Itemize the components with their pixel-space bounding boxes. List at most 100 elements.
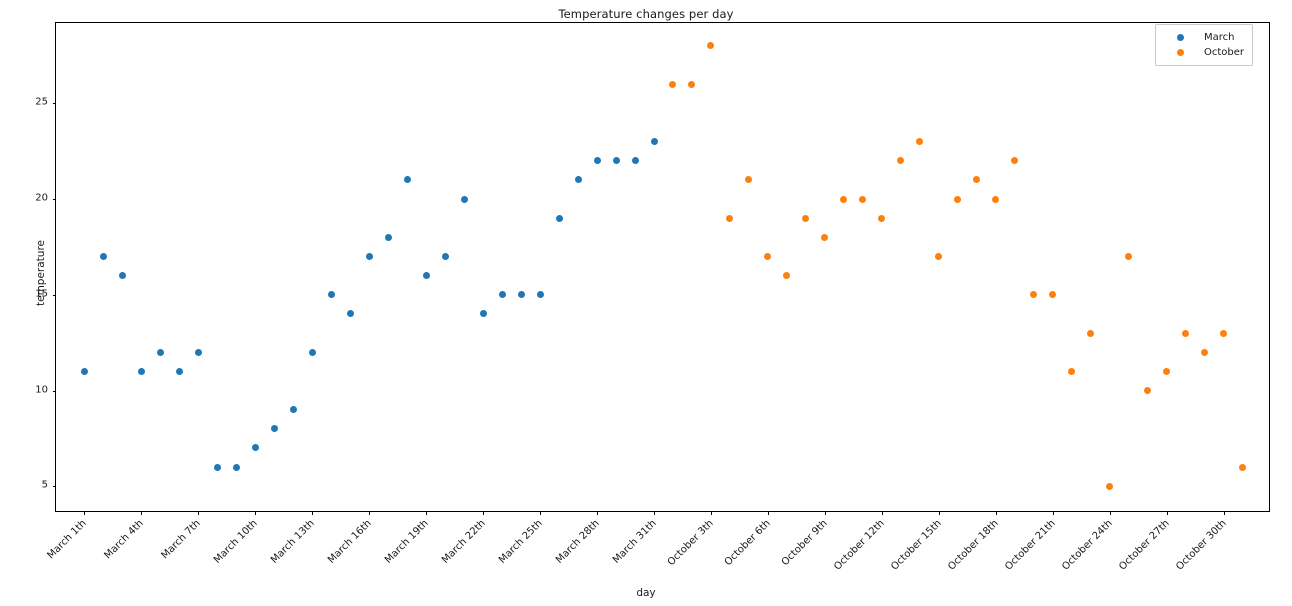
- data-point-october: [1106, 482, 1114, 490]
- data-point-october: [745, 176, 753, 184]
- x-tick-mark: [597, 511, 599, 515]
- x-tick-label: March 19th: [383, 518, 431, 566]
- data-point-march: [251, 444, 259, 452]
- legend-label: October: [1204, 47, 1245, 58]
- data-point-march: [612, 157, 620, 165]
- x-tick-label: October 24th: [1059, 518, 1115, 573]
- x-tick-mark: [369, 511, 371, 515]
- y-tick-label: 15: [35, 288, 48, 300]
- x-tick-mark: [540, 511, 542, 515]
- x-tick-mark: [1166, 511, 1168, 515]
- data-point-march: [517, 291, 525, 299]
- x-tick-label: October 18th: [945, 518, 1001, 573]
- data-point-october: [1163, 367, 1171, 375]
- data-point-march: [289, 406, 297, 414]
- data-point-october: [1144, 387, 1152, 394]
- data-point-october: [878, 214, 886, 222]
- data-point-march: [441, 253, 449, 261]
- data-point-march: [308, 348, 316, 356]
- x-tick-label: March 31th: [610, 518, 659, 566]
- data-point-october: [1182, 329, 1190, 337]
- x-tick-mark: [255, 511, 257, 515]
- data-point-october: [1220, 329, 1228, 337]
- data-point-march: [118, 272, 126, 280]
- x-tick-mark: [1109, 511, 1111, 515]
- data-point-march: [156, 348, 164, 356]
- x-tick-label: March 1th: [45, 518, 90, 562]
- data-point-october: [935, 253, 943, 261]
- data-point-october: [669, 80, 677, 88]
- x-tick-label: March 16th: [326, 518, 375, 566]
- legend-item-march: March: [1163, 30, 1244, 45]
- legend-item-october: October: [1163, 45, 1244, 60]
- data-point-october: [897, 157, 905, 165]
- data-point-march: [175, 367, 183, 375]
- x-tick-label: October 15th: [888, 518, 944, 573]
- chart-legend: March October: [1155, 24, 1254, 66]
- x-tick-label: October 3th: [665, 518, 716, 569]
- data-point-march: [213, 463, 221, 471]
- x-tick-mark: [1052, 511, 1054, 515]
- x-tick-label: March 28th: [553, 518, 602, 566]
- data-point-march: [574, 176, 582, 184]
- x-axis-label: day: [636, 587, 656, 599]
- y-tick-mark: [52, 390, 56, 392]
- data-point-march: [99, 253, 107, 261]
- data-point-october: [1049, 291, 1057, 299]
- x-tick-label: October 12th: [832, 518, 887, 573]
- y-tick-mark: [52, 103, 56, 105]
- data-point-october: [954, 195, 962, 203]
- x-tick-mark: [198, 511, 200, 515]
- x-tick-label: March 13th: [269, 518, 318, 566]
- data-point-october: [821, 233, 829, 241]
- x-tick-label: March 25th: [497, 518, 545, 566]
- y-tick-mark: [52, 294, 56, 296]
- x-tick-mark: [312, 511, 314, 515]
- data-point-march: [346, 310, 354, 318]
- data-point-october: [973, 176, 981, 184]
- data-point-march: [327, 291, 335, 299]
- y-tick-mark: [52, 486, 56, 488]
- data-point-march: [593, 157, 601, 165]
- data-point-october: [1030, 291, 1038, 299]
- x-tick-mark: [995, 511, 997, 515]
- y-tick-mark: [52, 199, 56, 201]
- x-tick-mark: [1223, 511, 1225, 515]
- data-point-march: [194, 348, 202, 356]
- data-point-march: [270, 425, 278, 433]
- data-point-october: [1011, 157, 1019, 165]
- data-point-march: [460, 195, 468, 203]
- x-tick-mark: [141, 511, 143, 515]
- x-tick-mark: [483, 511, 485, 515]
- data-point-october: [764, 253, 772, 261]
- data-point-october: [1125, 253, 1133, 261]
- data-point-october: [726, 214, 734, 222]
- x-tick-label: October 21th: [1002, 518, 1058, 573]
- plot-axes: [52, 22, 1270, 515]
- data-point-october: [688, 80, 696, 88]
- data-point-march: [498, 291, 506, 299]
- x-tick-mark: [710, 511, 712, 515]
- data-point-march: [384, 233, 392, 241]
- x-tick-mark: [767, 511, 769, 515]
- data-point-march: [365, 253, 373, 261]
- x-tick-label: March 10th: [212, 518, 261, 566]
- data-point-march: [422, 272, 430, 280]
- data-point-march: [403, 176, 411, 184]
- x-tick-mark: [881, 511, 883, 515]
- y-tick-label: 5: [41, 479, 48, 491]
- x-tick-label: October 6th: [722, 518, 773, 569]
- y-tick-label: 25: [35, 96, 48, 108]
- scatter-plot-area: [56, 23, 1269, 511]
- data-point-march: [555, 214, 563, 222]
- x-tick-label: March 4th: [102, 518, 147, 562]
- x-tick-mark: [938, 511, 940, 515]
- data-point-october: [783, 272, 791, 280]
- data-point-march: [650, 138, 658, 146]
- y-tick-label: 10: [35, 384, 48, 395]
- chart-title: Temperature changes per day: [558, 7, 734, 21]
- data-point-march: [631, 157, 639, 165]
- x-tick-mark: [84, 511, 86, 515]
- legend-label: March: [1204, 32, 1235, 43]
- data-point-march: [80, 367, 88, 375]
